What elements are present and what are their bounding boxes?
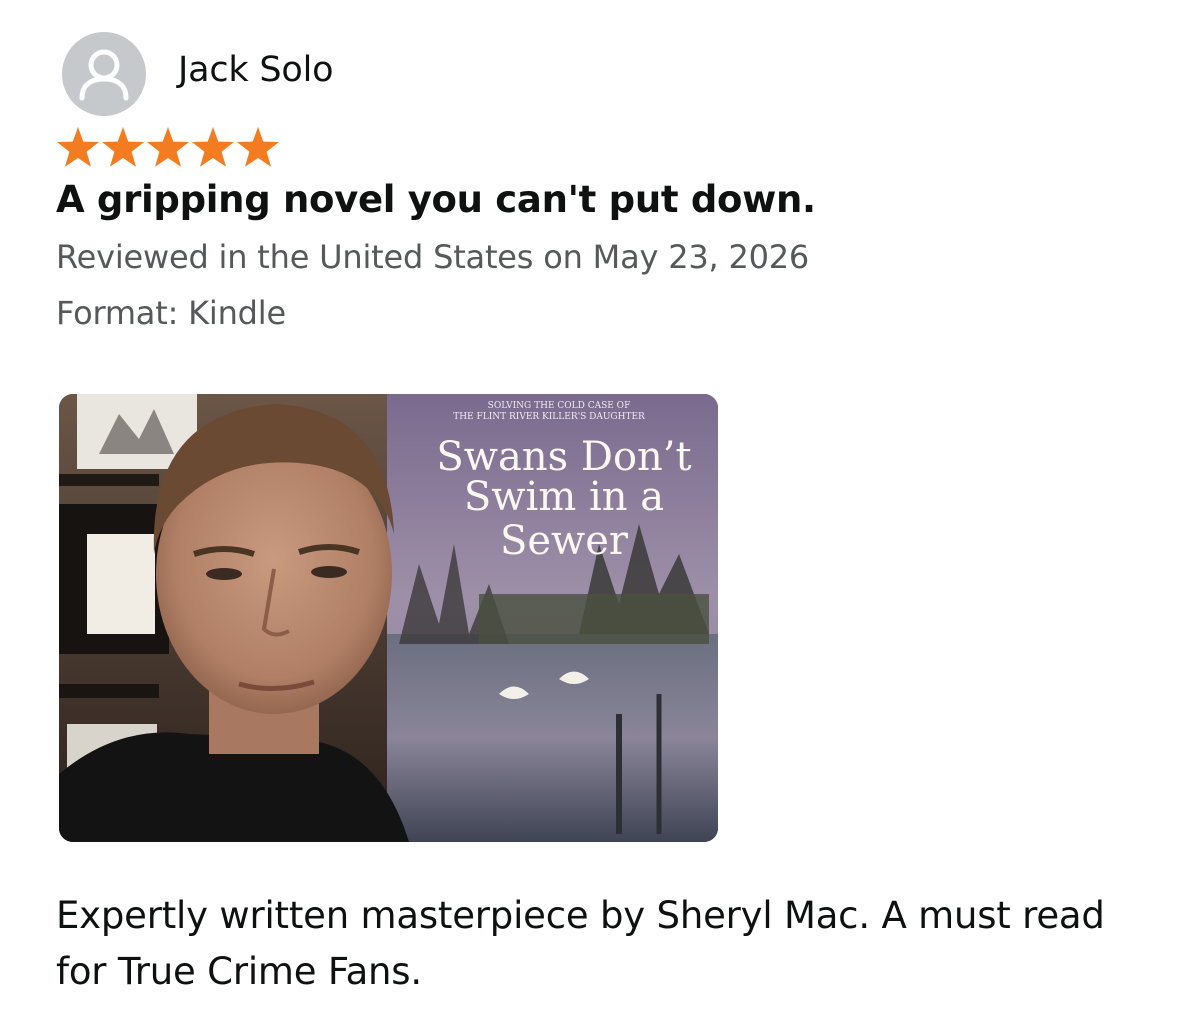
- star-icon: [192, 127, 234, 167]
- star-icon: [147, 127, 189, 167]
- star-rating[interactable]: [56, 126, 280, 168]
- star-icon: [237, 127, 279, 167]
- default-profile-icon[interactable]: [62, 32, 146, 116]
- review-title[interactable]: A gripping novel you can't put down.: [56, 178, 816, 221]
- review-format: Format: Kindle: [56, 294, 286, 332]
- reviewer-profile[interactable]: Jack Solo: [62, 32, 334, 116]
- customer-review: Jack Solo A gripping novel you can't put…: [0, 0, 1200, 1014]
- book-title-line2: Swim in a: [464, 474, 664, 520]
- star-icon: [102, 127, 144, 167]
- star-icon: [57, 127, 99, 167]
- reviewer-name[interactable]: Jack Solo: [178, 50, 334, 90]
- review-photo[interactable]: SOLVING THE COLD CASE OF THE FLINT RIVER…: [59, 394, 718, 842]
- book-subtitle-line1: SOLVING THE COLD CASE OF: [488, 401, 631, 411]
- book-subtitle-line2: THE FLINT RIVER KILLER'S DAUGHTER: [453, 412, 645, 422]
- review-body: Expertly written masterpiece by Sheryl M…: [56, 894, 1105, 993]
- book-title-line3: Sewer: [500, 518, 629, 564]
- review-date: Reviewed in the United States on May 23,…: [56, 238, 810, 276]
